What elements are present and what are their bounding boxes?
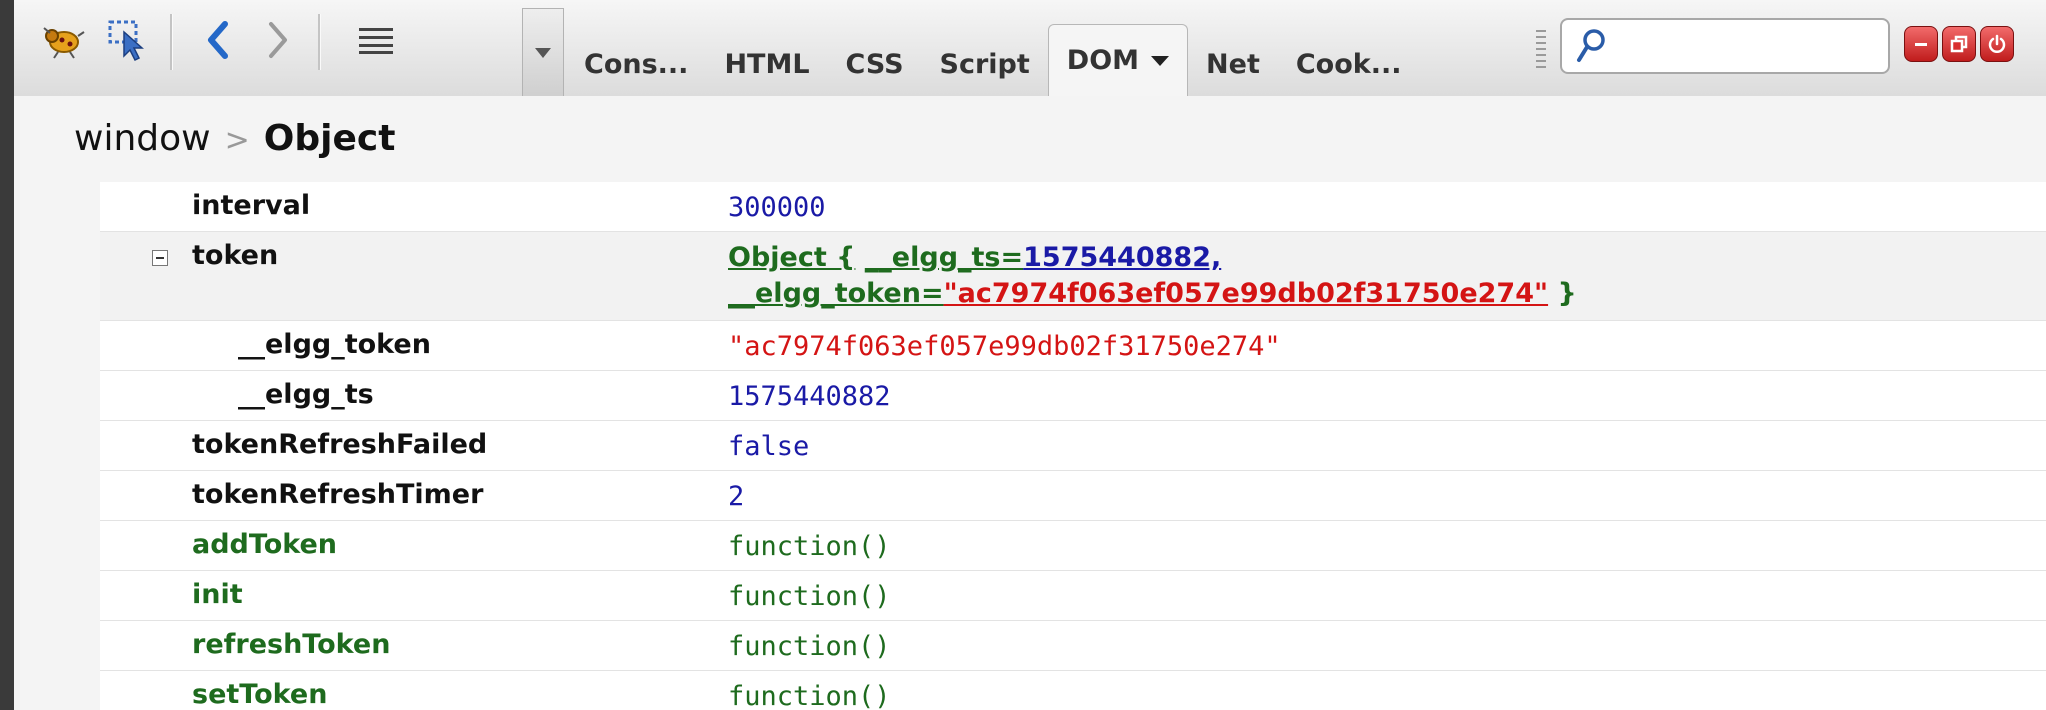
panel-menu-icon[interactable] <box>348 10 404 70</box>
breadcrumb-bar: window > Object <box>14 96 2046 182</box>
breadcrumb-root[interactable]: window <box>74 118 211 159</box>
restore-icon[interactable] <box>1942 26 1976 62</box>
dom-row-set-token[interactable]: setToken function() <box>100 671 2046 710</box>
tab-dom[interactable]: DOM <box>1047 24 1189 96</box>
dom-row-token-refresh-failed[interactable]: tokenRefreshFailed false <box>100 421 2046 471</box>
property-name: init <box>192 579 243 610</box>
tree-gutter <box>14 182 100 710</box>
tab-html[interactable]: HTML <box>706 32 827 96</box>
property-name: setToken <box>192 679 328 710</box>
dom-row-refresh-token[interactable]: refreshToken function() <box>100 621 2046 671</box>
property-value: function() <box>728 581 891 612</box>
dom-row-add-token[interactable]: addToken function() <box>100 521 2046 571</box>
tab-console-label: Cons... <box>584 48 689 80</box>
dom-row-token[interactable]: token Object { __elgg_ts=1575440882, __e… <box>100 232 2046 321</box>
property-name: refreshToken <box>192 629 391 660</box>
minimize-icon[interactable] <box>1904 26 1938 62</box>
object-key: __elgg_ts= <box>864 242 1024 273</box>
tab-html-label: HTML <box>724 48 810 80</box>
dom-row-token-refresh-timer[interactable]: tokenRefreshTimer 2 <box>100 471 2046 521</box>
dom-row-elgg-token[interactable]: __elgg_token "ac7974f063ef057e99db02f317… <box>100 321 2046 371</box>
dom-tree: interval 300000 token Object { __elgg_ts… <box>14 182 2046 710</box>
property-name: tokenRefreshTimer <box>192 479 484 510</box>
breadcrumb-separator: > <box>224 123 250 158</box>
property-value: function() <box>728 531 891 562</box>
property-name: addToken <box>192 529 338 560</box>
property-name: tokenRefreshFailed <box>192 429 488 460</box>
property-name: interval <box>192 190 311 221</box>
tab-script[interactable]: Script <box>922 32 1048 96</box>
tab-console[interactable]: Cons... <box>566 32 706 96</box>
inspect-icon[interactable] <box>100 10 156 70</box>
property-name: __elgg_ts <box>238 379 374 410</box>
back-icon[interactable] <box>190 10 246 70</box>
object-number-value: 1575440882, <box>1023 242 1222 273</box>
breadcrumb-current[interactable]: Object <box>264 118 396 159</box>
search-box[interactable] <box>1560 18 1890 74</box>
collapse-icon[interactable] <box>152 250 168 266</box>
tab-cookies-label: Cook... <box>1295 48 1402 80</box>
search-resize-grip[interactable] <box>1536 30 1546 70</box>
firebug-window: Cons... HTML CSS Script DOM Net Cook... <box>14 0 2046 710</box>
breadcrumb: window > Object <box>74 118 395 159</box>
object-prefix: Object { <box>728 242 856 273</box>
tab-net-label: Net <box>1206 48 1260 80</box>
toolbar: Cons... HTML CSS Script DOM Net Cook... <box>14 0 2046 97</box>
forward-icon[interactable] <box>250 10 306 70</box>
property-name: __elgg_token <box>238 329 431 360</box>
dom-row-elgg-ts[interactable]: __elgg_ts 1575440882 <box>100 371 2046 421</box>
property-value: "ac7974f063ef057e99db02f31750e274" <box>728 331 1281 362</box>
tab-css[interactable]: CSS <box>828 32 922 96</box>
tab-list-icon[interactable] <box>522 8 564 97</box>
tab-script-label: Script <box>939 48 1030 80</box>
close-icon[interactable] <box>1980 26 2014 62</box>
object-summary[interactable]: Object { __elgg_ts=1575440882, __elgg_to… <box>728 240 1577 312</box>
property-value: 2 <box>728 481 745 512</box>
toolbar-separator <box>318 14 321 70</box>
tab-net[interactable]: Net <box>1188 32 1278 96</box>
toolbar-separator <box>170 14 173 70</box>
property-value: function() <box>728 681 891 710</box>
property-value: function() <box>728 631 891 662</box>
object-string-value: "ac7974f063ef057e99db02f31750e274" <box>943 278 1549 309</box>
dom-row-interval[interactable]: interval 300000 <box>100 182 2046 232</box>
tab-dom-label: DOM <box>1066 45 1140 76</box>
dom-row-init[interactable]: init function() <box>100 571 2046 621</box>
firebug-icon[interactable] <box>34 10 90 70</box>
property-value: 1575440882 <box>728 381 891 412</box>
property-value: 300000 <box>728 192 826 223</box>
panel-tabs: Cons... HTML CSS Script DOM Net Cook... <box>566 24 1420 96</box>
search-input[interactable] <box>1612 26 1876 68</box>
property-value: false <box>728 431 810 462</box>
object-suffix: } <box>1557 278 1577 309</box>
chevron-down-icon[interactable] <box>1151 55 1170 66</box>
search-icon <box>1577 29 1605 62</box>
object-key: __elgg_token= <box>728 278 944 309</box>
property-name: token <box>192 240 279 271</box>
tab-cookies[interactable]: Cook... <box>1278 32 1420 96</box>
tab-css-label: CSS <box>845 48 904 80</box>
